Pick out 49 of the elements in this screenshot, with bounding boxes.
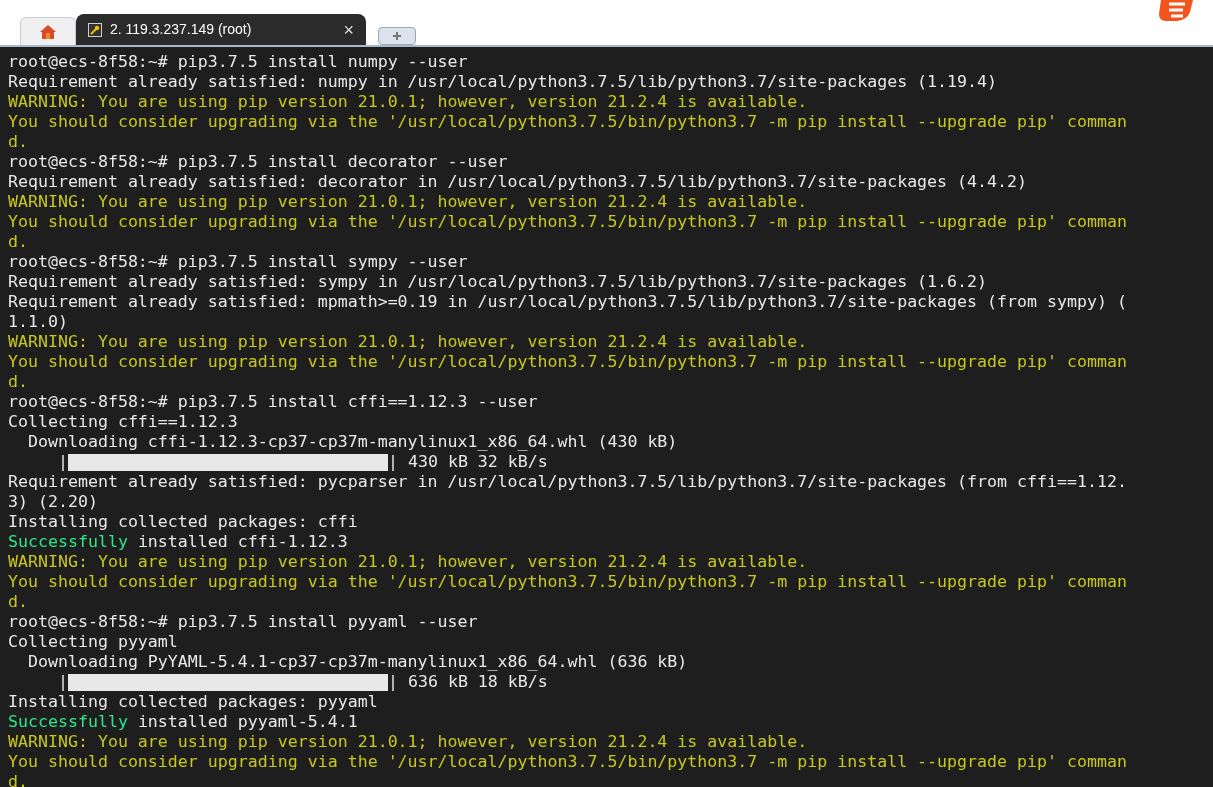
terminal-text: Installing collected packages: pyyaml	[8, 692, 378, 712]
warning-text: WARNING: You are using pip version 21.0.1; however, version 21.2.4 is available.	[8, 552, 808, 572]
terminal-text: Requirement already satisfied: pycparser in /usr/local/python3.7.5/lib/python3.7/site-packages (from cffi==1.12.	[8, 472, 1127, 492]
terminal-text: root@ecs-8f58:~# pip3.7.5 install numpy --user	[8, 52, 468, 72]
progress-prefix: |	[56, 672, 68, 692]
success-text: Successfully	[8, 532, 128, 552]
terminal-text: root@ecs-8f58:~# pip3.7.5 install pyyaml --user	[8, 612, 478, 632]
warning-text: d.	[8, 592, 28, 612]
terminal-text: Requirement already satisfied: decorator in /usr/local/python3.7.5/lib/python3.7/site-packages (4.4.2)	[8, 172, 1027, 192]
warning-text: d.	[8, 772, 28, 787]
terminal-text: root@ecs-8f58:~# pip3.7.5 install sympy --user	[8, 252, 468, 272]
success-text: Successfully	[8, 712, 128, 732]
home-icon	[39, 23, 57, 40]
warning-text: You should consider upgrading via the '/usr/local/python3.7.5/bin/python3.7 -m pip install --upgrade pip' comman	[8, 352, 1127, 372]
warning-text: WARNING: You are using pip version 21.0.1; however, version 21.2.4 is available.	[8, 192, 808, 212]
terminal-text: installed pyyaml-5.4.1	[136, 712, 358, 732]
terminal-text: installed cffi-1.12.3	[136, 532, 348, 552]
warning-text: WARNING: You are using pip version 21.0.1; however, version 21.2.4 is available.	[8, 92, 808, 112]
terminal-text: Requirement already satisfied: sympy in /usr/local/python3.7.5/lib/python3.7/site-packages (1.6.2)	[8, 272, 988, 292]
warning-text: You should consider upgrading via the '/usr/local/python3.7.5/bin/python3.7 -m pip install --upgrade pip' comman	[8, 572, 1127, 592]
warning-text: You should consider upgrading via the '/usr/local/python3.7.5/bin/python3.7 -m pip install --upgrade pip' comman	[8, 752, 1127, 772]
warning-text: WARNING: You are using pip version 21.0.1; however, version 21.2.4 is available.	[8, 332, 808, 352]
new-tab-button[interactable]	[378, 27, 416, 45]
warning-text: WARNING: You are using pip version 21.0.1; however, version 21.2.4 is available.	[8, 732, 808, 752]
terminal-text: Requirement already satisfied: mpmath>=0.19 in /usr/local/python3.7.5/lib/python3.7/site-packages (from sympy) (	[8, 292, 1127, 312]
close-button[interactable]: ×	[343, 20, 354, 39]
key-icon	[88, 22, 102, 37]
warning-text: d.	[8, 132, 28, 152]
home-tab[interactable]	[20, 17, 76, 45]
progress-reading: | 636 kB 18 kB/s	[387, 672, 548, 692]
terminal-text: 3) (2.20)	[8, 492, 98, 512]
terminal-text: Requirement already satisfied: numpy in /usr/local/python3.7.5/lib/python3.7/site-packages (1.19.4)	[8, 72, 998, 92]
plus-icon	[393, 32, 401, 40]
terminal-text: root@ecs-8f58:~# pip3.7.5 install decorator --user	[8, 152, 508, 172]
terminal-text: Collecting pyyaml	[8, 632, 178, 652]
terminal-text: root@ecs-8f58:~# pip3.7.5 install cffi==1.12.3 --user	[8, 392, 538, 412]
progress-reading: | 430 kB 32 kB/s	[387, 452, 548, 472]
terminal-text: Installing collected packages: cffi	[8, 512, 358, 532]
progress-prefix: |	[56, 452, 68, 472]
terminal-text: 1.1.0)	[8, 312, 68, 332]
session-tab[interactable]: 2. 119.3.237.149 (root) ×	[76, 14, 366, 45]
warning-text: You should consider upgrading via the '/usr/local/python3.7.5/bin/python3.7 -m pip install --upgrade pip' comman	[8, 112, 1127, 132]
terminal-text: Collecting cffi==1.12.3	[8, 412, 238, 432]
terminal-text: Downloading PyYAML-5.4.1-cp37-cp37m-manylinux1_x86_64.whl (636 kB)	[26, 652, 688, 672]
tab-title: 2. 119.3.237.149 (root)	[110, 20, 252, 39]
terminal-text: Downloading cffi-1.12.3-cp37-cp37m-manylinux1_x86_64.whl (430 kB)	[26, 432, 678, 452]
warning-text: You should consider upgrading via the '/usr/local/python3.7.5/bin/python3.7 -m pip install --upgrade pip' comman	[8, 212, 1127, 232]
warning-text: d.	[8, 372, 28, 392]
warning-text: d.	[8, 232, 28, 252]
